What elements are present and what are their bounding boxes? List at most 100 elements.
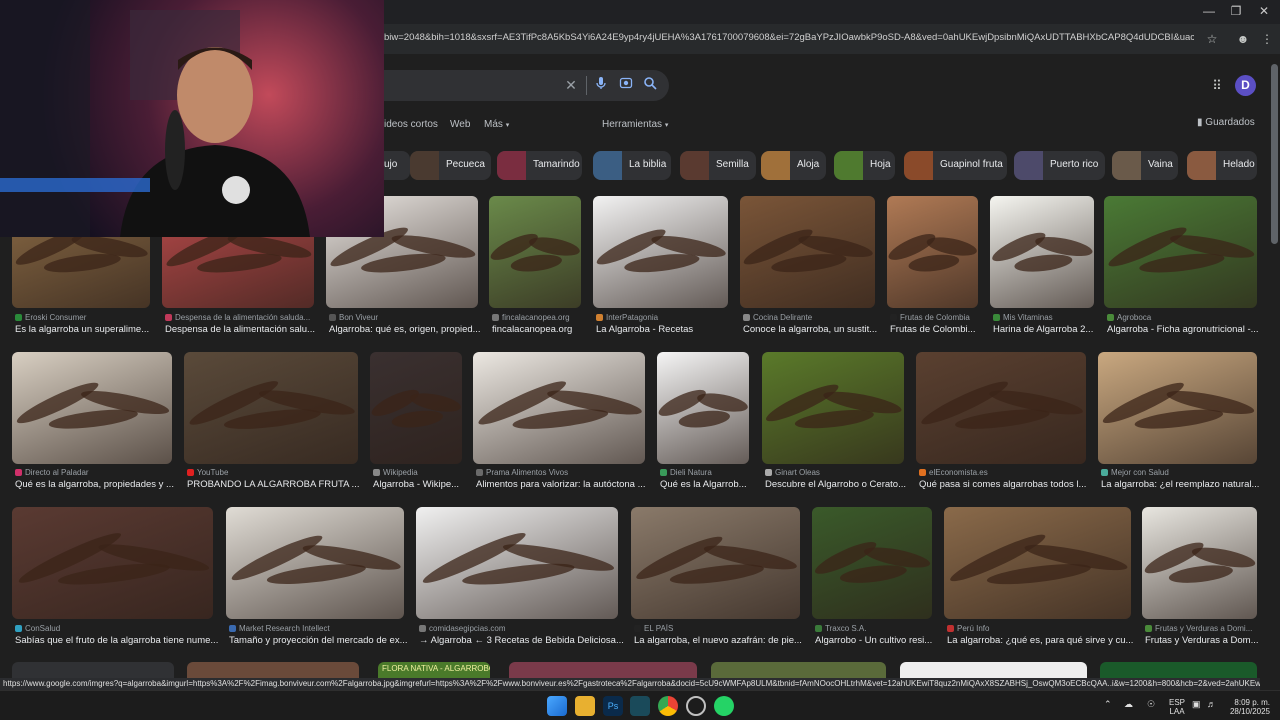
image-result[interactable]: ConSalud Sabías que el fruto de la algarr… (12, 507, 218, 652)
image-result[interactable]: elEconomista.es Qué pasa si comes algarro… (916, 352, 1086, 496)
chip-2[interactable]: Tamarindo (497, 151, 582, 180)
tab-videos-cortos[interactable]: ideos cortos (384, 119, 438, 130)
image-partial-7[interactable] (1100, 662, 1257, 678)
chip-6[interactable]: Hoja (834, 151, 895, 180)
result-source[interactable]: Market Research Intellect (229, 624, 405, 633)
result-thumbnail[interactable] (489, 196, 581, 308)
chip-0[interactable]: ujo (384, 151, 410, 180)
result-thumbnail[interactable] (473, 352, 645, 464)
result-source[interactable]: Cocina Delirante (743, 313, 876, 322)
chip-8[interactable]: Puerto rico (1014, 151, 1105, 180)
result-source[interactable]: Traxco S.A. (815, 624, 933, 633)
language-indicator[interactable]: ESP LAA (1166, 698, 1188, 716)
close-window-icon[interactable]: ✕ (1250, 2, 1278, 20)
chip-3[interactable]: La biblia (593, 151, 671, 180)
image-result[interactable]: Cocina Delirante Conoce la algarroba, un … (740, 196, 877, 341)
result-thumbnail[interactable] (593, 196, 728, 308)
result-title[interactable]: Algarroba: qué es, origen, propied... (329, 324, 485, 335)
result-source[interactable]: Directo al Paladar (15, 468, 173, 477)
account-avatar[interactable]: D (1235, 75, 1256, 96)
maximize-icon[interactable]: ❐ (1222, 2, 1250, 20)
image-partial-3[interactable]: FLORA NATIVA - ALGARROBO (378, 662, 490, 678)
result-source[interactable]: Mis Vitaminas (993, 313, 1095, 322)
result-thumbnail[interactable] (944, 507, 1131, 619)
image-result[interactable]: Frutas de Colombia Frutas de Colombi... (887, 196, 978, 341)
search-icon[interactable] (641, 76, 659, 94)
result-thumbnail[interactable] (762, 352, 904, 464)
file-explorer-icon[interactable] (575, 696, 595, 716)
image-result[interactable]: comidasegipcias.com → Algarroba ← 3 Recet… (416, 507, 624, 652)
result-source[interactable]: Mejor con Salud (1101, 468, 1258, 477)
result-title[interactable]: fincalacanopea.org (492, 324, 588, 335)
image-result[interactable]: Dieli Natura Qué es la Algarrob... (657, 352, 749, 496)
image-result[interactable]: Prama Alimentos Vivos Alimentos para valo… (473, 352, 646, 496)
microphone-icon[interactable] (592, 76, 610, 94)
result-title[interactable]: PROBANDO LA ALGARROBA FRUTA ... (187, 479, 365, 490)
result-source[interactable]: Eroski Consumer (15, 313, 151, 322)
image-result[interactable]: Traxco S.A. Algarrobo - Un cultivo resi..… (812, 507, 932, 652)
result-thumbnail[interactable] (657, 352, 749, 464)
volume-icon[interactable]: ♬ (1207, 700, 1216, 709)
chip-4[interactable]: Semilla (680, 151, 756, 180)
result-title[interactable]: Algarroba - Wikipe... (373, 479, 469, 490)
result-source[interactable]: YouTube (187, 468, 359, 477)
saved-button[interactable]: ▮ Guardados (1197, 117, 1255, 128)
result-source[interactable]: Despensa de la alimentación saluda... (165, 313, 315, 322)
result-title[interactable]: Sabías que el fruto de la algarroba tien… (15, 635, 220, 646)
chip-10[interactable]: Helado (1187, 151, 1257, 180)
result-source[interactable]: ConSalud (15, 624, 214, 633)
result-source[interactable]: comidasegipcias.com (419, 624, 619, 633)
result-title[interactable]: Conoce la algarroba, un sustit... (743, 324, 882, 335)
whatsapp-icon[interactable] (714, 696, 734, 716)
image-partial-5[interactable] (711, 662, 886, 678)
minimize-icon[interactable]: — (1195, 2, 1223, 20)
tools-button[interactable]: Herramientas ▾ (602, 119, 668, 130)
image-partial-6[interactable] (900, 662, 1087, 678)
result-thumbnail[interactable] (916, 352, 1086, 464)
clock[interactable]: 8:09 p. m. 28/10/2025 (1222, 698, 1270, 716)
app-icon[interactable] (630, 696, 650, 716)
tab-web[interactable]: Web (450, 119, 470, 130)
result-source[interactable]: Ginart Oleas (765, 468, 905, 477)
result-source[interactable]: Bon Viveur (329, 313, 479, 322)
tab-mas[interactable]: Más ▾ (484, 119, 509, 130)
result-title[interactable]: La algarroba: ¿el reemplazo natural... (1101, 479, 1264, 490)
result-source[interactable]: Prama Alimentos Vivos (476, 468, 646, 477)
result-thumbnail[interactable] (416, 507, 618, 619)
result-thumbnail[interactable] (812, 507, 932, 619)
result-title[interactable]: Alimentos para valorizar: la autóctona .… (476, 479, 652, 490)
result-title[interactable]: Qué pasa si comes algarrobas todos l... (919, 479, 1093, 490)
result-source[interactable]: InterPatagonia (596, 313, 729, 322)
image-result[interactable]: Agroboca Algarroba - Ficha agronutriciona… (1104, 196, 1259, 341)
image-result[interactable]: Ginart Oleas Descubre el Algarrobo o Cera… (762, 352, 906, 496)
result-title[interactable]: Algarrobo - Un cultivo resi... (815, 635, 939, 646)
image-result[interactable]: YouTube PROBANDO LA ALGARROBA FRUTA ... (184, 352, 359, 496)
result-source[interactable]: EL PAÍS (634, 624, 801, 633)
result-source[interactable]: Frutas de Colombia (890, 313, 979, 322)
result-thumbnail[interactable] (990, 196, 1094, 308)
image-result[interactable]: InterPatagonia La Algarroba - Recetas (593, 196, 728, 341)
result-title[interactable]: Algarroba - Ficha agronutricional -... (1107, 324, 1264, 335)
page-scrollbar[interactable] (1271, 56, 1278, 676)
search-box[interactable]: ✕ (370, 70, 669, 101)
result-title[interactable]: La algarroba: ¿qué es, para qué sirve y … (947, 635, 1138, 646)
tray-app-icon[interactable]: ☁ (1124, 700, 1133, 709)
clear-search-icon[interactable]: ✕ (562, 76, 580, 94)
result-source[interactable]: Wikipedia (373, 468, 463, 477)
network-icon[interactable]: ▣ (1192, 700, 1201, 709)
result-title[interactable]: Qué es la algarroba, propiedades y ... (15, 479, 179, 490)
image-partial-1[interactable] (12, 662, 174, 678)
image-result[interactable]: Wikipedia Algarroba - Wikipe... (370, 352, 462, 496)
result-thumbnail[interactable] (226, 507, 404, 619)
result-thumbnail[interactable] (370, 352, 462, 464)
result-title[interactable]: La Algarroba - Recetas (596, 324, 735, 335)
image-result[interactable]: Mejor con Salud La algarroba: ¿el reempla… (1098, 352, 1259, 496)
result-thumbnail[interactable] (887, 196, 978, 308)
image-result[interactable]: Frutas y Verduras a Domi... Frutas y Verd… (1142, 507, 1259, 652)
scrollbar-thumb[interactable] (1271, 64, 1278, 244)
result-source[interactable]: Dieli Natura (660, 468, 750, 477)
result-source[interactable]: Perú Info (947, 624, 1132, 633)
result-source[interactable]: Frutas y Verduras a Domi... (1145, 624, 1258, 633)
browser-menu-icon[interactable]: ⋮ (1258, 30, 1276, 48)
image-result[interactable]: EL PAÍS La algarroba, el nuevo azafrán: d… (631, 507, 802, 652)
